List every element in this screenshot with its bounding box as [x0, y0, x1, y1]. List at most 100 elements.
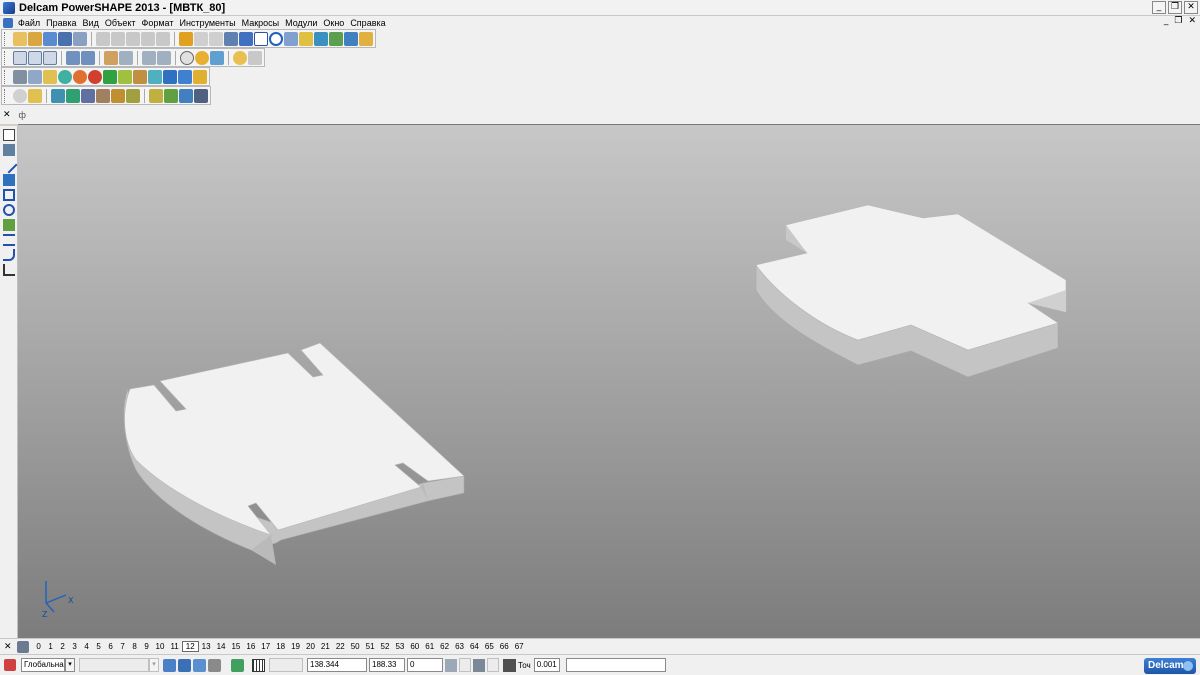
- menu-modules[interactable]: Модули: [282, 18, 320, 28]
- redo-icon[interactable]: [194, 31, 208, 46]
- level-53[interactable]: 53: [392, 642, 407, 651]
- grid-icon[interactable]: [252, 658, 265, 672]
- shell-icon[interactable]: [96, 88, 110, 103]
- lights-icon[interactable]: [233, 50, 247, 65]
- paste-special-icon[interactable]: [141, 31, 155, 46]
- level-63[interactable]: 63: [452, 642, 467, 651]
- table-icon[interactable]: [13, 69, 27, 84]
- cut-icon[interactable]: [96, 31, 110, 46]
- level-22[interactable]: 22: [333, 642, 348, 651]
- color-sphere-icon[interactable]: [73, 69, 87, 84]
- select-arrow-icon[interactable]: [3, 129, 15, 141]
- copy-icon[interactable]: [111, 31, 125, 46]
- toolbar-handle[interactable]: [4, 69, 10, 84]
- page-icon[interactable]: [28, 69, 42, 84]
- print-icon[interactable]: [73, 31, 87, 46]
- doc-minimize-button[interactable]: _: [1164, 16, 1169, 26]
- level-67[interactable]: 67: [512, 642, 527, 651]
- menu-object[interactable]: Объект: [102, 18, 139, 28]
- revolve-icon[interactable]: [66, 88, 80, 103]
- shade-icon[interactable]: [344, 31, 358, 46]
- snap-icon[interactable]: [231, 658, 244, 672]
- coordinate-x-field[interactable]: 138.344: [307, 658, 367, 672]
- level-10[interactable]: 10: [153, 642, 168, 651]
- box-icon[interactable]: [133, 69, 147, 84]
- wizard-icon[interactable]: [359, 31, 373, 46]
- level-50[interactable]: 50: [348, 642, 363, 651]
- view-top-icon[interactable]: [13, 50, 27, 65]
- sphere-icon[interactable]: [58, 69, 72, 84]
- menu-format[interactable]: Формат: [139, 18, 177, 28]
- minimize-button[interactable]: _: [1152, 1, 1166, 14]
- pan-icon[interactable]: [104, 50, 118, 65]
- filter-alt-icon[interactable]: [178, 658, 191, 672]
- zoom-in-icon[interactable]: [142, 50, 156, 65]
- level-66[interactable]: 66: [497, 642, 512, 651]
- menu-help[interactable]: Справка: [347, 18, 388, 28]
- hook-icon[interactable]: [299, 31, 313, 46]
- select-icon[interactable]: [254, 31, 268, 46]
- menu-macros[interactable]: Макросы: [239, 18, 283, 28]
- multi-line-icon[interactable]: [3, 174, 15, 186]
- level-9[interactable]: 9: [141, 642, 153, 651]
- toolbar-handle[interactable]: [4, 50, 10, 65]
- command-input[interactable]: [565, 658, 666, 672]
- extrude-icon[interactable]: [51, 88, 65, 103]
- new-icon[interactable]: [13, 31, 27, 46]
- draft-icon[interactable]: [194, 88, 208, 103]
- tolerance-field[interactable]: 0.001: [533, 658, 560, 672]
- level-0[interactable]: 0: [33, 642, 45, 651]
- angle-icon[interactable]: [3, 264, 15, 276]
- level-20[interactable]: 20: [303, 642, 318, 651]
- sweep-icon[interactable]: [81, 88, 95, 103]
- calculator-icon[interactable]: [473, 658, 485, 672]
- pattern-icon[interactable]: [126, 88, 140, 103]
- selection-icon[interactable]: [193, 658, 206, 672]
- view-side-icon[interactable]: [43, 50, 57, 65]
- right-part[interactable]: [755, 204, 1067, 378]
- model-view[interactable]: X Z: [18, 125, 1200, 638]
- level-7[interactable]: 7: [117, 642, 129, 651]
- solid-icon[interactable]: [314, 31, 328, 46]
- intersect-icon[interactable]: [28, 88, 42, 103]
- curve-icon[interactable]: [284, 31, 298, 46]
- dimension-tool-icon[interactable]: [3, 234, 15, 246]
- repeat-icon[interactable]: [209, 31, 223, 46]
- wireframe-icon[interactable]: [180, 50, 194, 65]
- level-14[interactable]: 14: [214, 642, 229, 651]
- menu-view[interactable]: Вид: [80, 18, 102, 28]
- surface-icon[interactable]: [329, 31, 343, 46]
- boss-icon[interactable]: [164, 88, 178, 103]
- level-60[interactable]: 60: [407, 642, 422, 651]
- coordinate-mode-icon[interactable]: [445, 658, 457, 672]
- wedge-icon[interactable]: [118, 69, 132, 84]
- save-as-icon[interactable]: [58, 31, 72, 46]
- document-icon[interactable]: [3, 17, 13, 28]
- level-16[interactable]: 16: [243, 642, 258, 651]
- level-3[interactable]: 3: [69, 642, 81, 651]
- cone-icon[interactable]: [103, 69, 117, 84]
- level-61[interactable]: 61: [422, 642, 437, 651]
- toolbar-close-button[interactable]: ✕: [3, 110, 11, 120]
- level-52[interactable]: 52: [378, 642, 393, 651]
- chevron-down-icon[interactable]: ▾: [65, 658, 75, 672]
- level-bar-close-button[interactable]: ✕: [4, 642, 12, 652]
- rectangle-icon[interactable]: [3, 189, 15, 201]
- zoom-box-icon[interactable]: [119, 50, 133, 65]
- level-17[interactable]: 17: [258, 642, 273, 651]
- red-sphere-icon[interactable]: [88, 69, 102, 84]
- measure-icon[interactable]: [224, 31, 238, 46]
- level-15[interactable]: 15: [228, 642, 243, 651]
- level-8[interactable]: 8: [129, 642, 141, 651]
- workplane-select[interactable]: Глобальна: [21, 658, 65, 672]
- view-iso-icon[interactable]: [66, 50, 80, 65]
- solid-box-icon[interactable]: [3, 219, 15, 231]
- arc-icon[interactable]: [3, 204, 15, 216]
- level-11[interactable]: 11: [167, 642, 181, 651]
- hand-icon[interactable]: [248, 50, 262, 65]
- level-65[interactable]: 65: [482, 642, 497, 651]
- blend-icon[interactable]: [111, 88, 125, 103]
- doc-close-button[interactable]: ✕: [1188, 16, 1196, 26]
- frame-icon[interactable]: [148, 69, 162, 84]
- pocket-icon[interactable]: [179, 88, 193, 103]
